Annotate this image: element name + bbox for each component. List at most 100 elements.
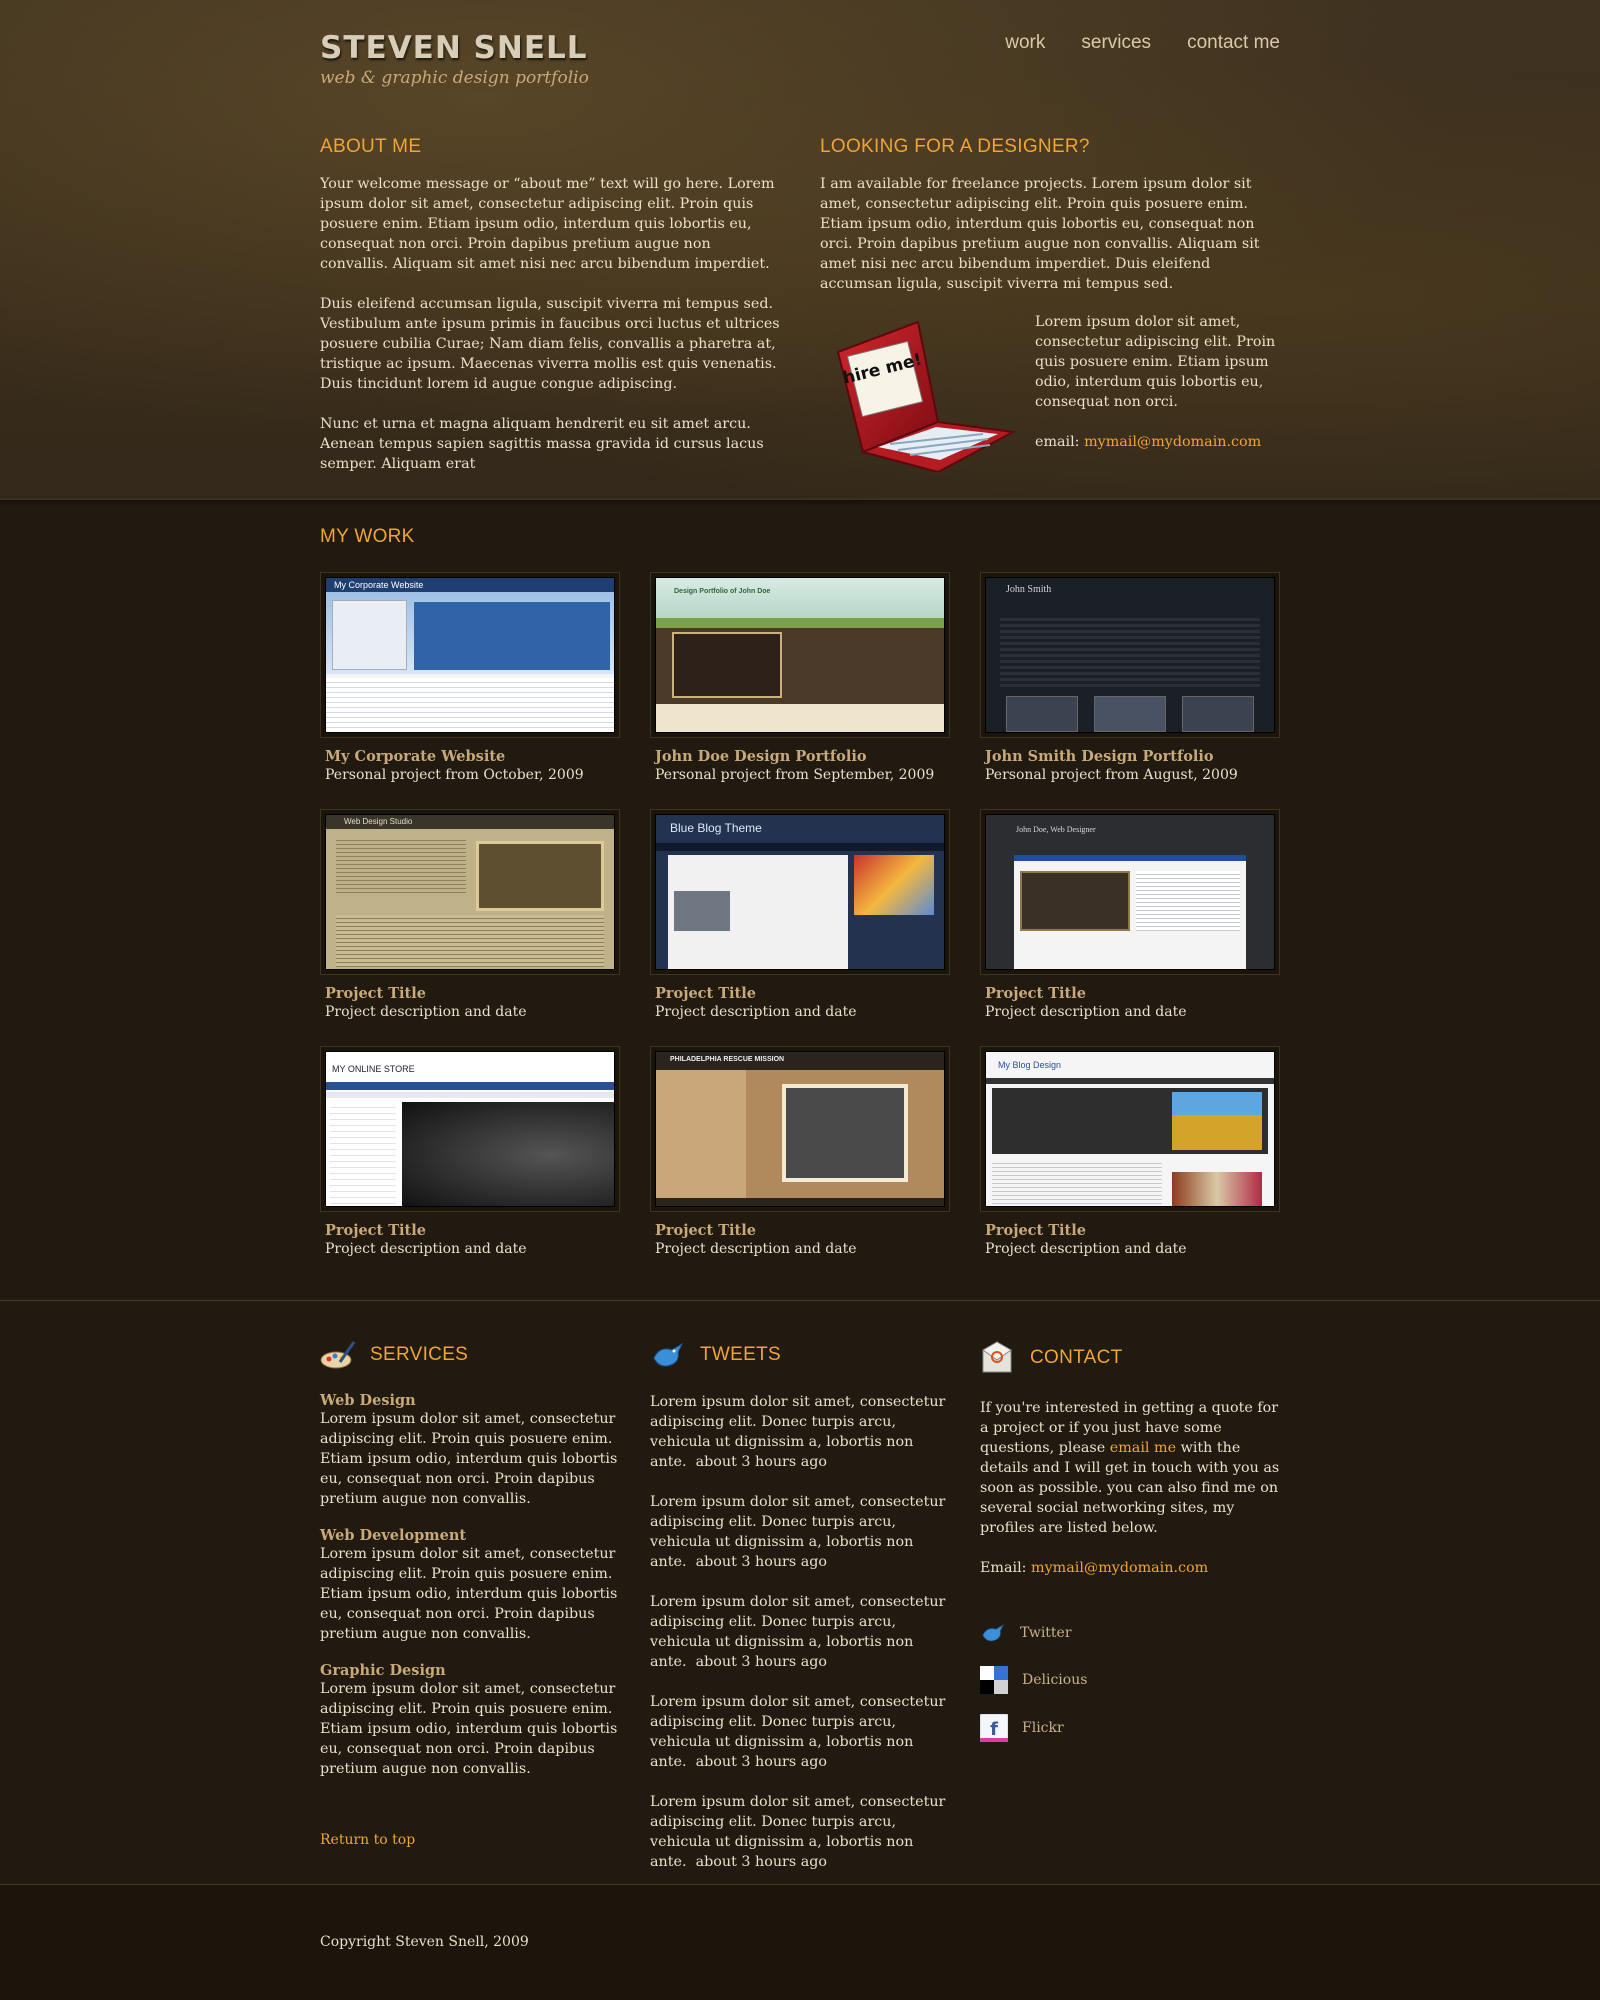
facebook-icon: f: [980, 1714, 1008, 1742]
social-label[interactable]: Delicious: [1022, 1672, 1087, 1688]
about-paragraph: Duis eleifend accumsan ligula, suscipit …: [320, 296, 780, 392]
tweet-item: Lorem ipsum dolor sit amet, consectetur …: [650, 1492, 950, 1572]
project-thumbnail[interactable]: My Corporate Website: [320, 572, 620, 738]
site-name[interactable]: STEVEN SNELL: [320, 30, 589, 66]
email-me-link[interactable]: email me: [1110, 1440, 1176, 1456]
project-card[interactable]: Design Portfolio of John Doe John Doe De…: [650, 572, 950, 783]
project-card[interactable]: John Smith John Smith Design Portfolio P…: [980, 572, 1280, 783]
designer-email-line: email: mymail@mydomain.com: [1035, 432, 1282, 452]
project-title[interactable]: Project Title: [655, 985, 950, 1002]
mail-envelope-icon: [982, 1341, 1012, 1373]
thumb-label: John Doe, Web Designer: [1016, 825, 1096, 834]
return-to-top-link[interactable]: Return to top: [320, 1832, 415, 1848]
project-card[interactable]: Web Design Studio Project Title Project …: [320, 809, 620, 1020]
project-thumbnail[interactable]: Web Design Studio: [320, 809, 620, 975]
palette-icon: [320, 1341, 356, 1369]
thumb-label: Blue Blog Theme: [670, 821, 762, 835]
about-paragraph: Your welcome message or “about me” text …: [320, 176, 775, 272]
project-card[interactable]: MY ONLINE STORE Project Title Project de…: [320, 1046, 620, 1257]
project-title[interactable]: My Corporate Website: [325, 748, 620, 765]
social-label[interactable]: Flickr: [1022, 1720, 1064, 1736]
main-nav: work services contact me: [1005, 32, 1280, 54]
project-thumbnail[interactable]: John Smith: [980, 572, 1280, 738]
social-flickr[interactable]: f Flickr: [980, 1714, 1280, 1742]
nav-services[interactable]: services: [1081, 32, 1151, 54]
project-title[interactable]: Project Title: [325, 1222, 620, 1239]
project-card[interactable]: My Corporate Website My Corporate Websit…: [320, 572, 620, 783]
project-thumbnail[interactable]: My Blog Design: [980, 1046, 1280, 1212]
tweets-section: TWEETS Lorem ipsum dolor sit amet, conse…: [650, 1340, 950, 1892]
work-heading: MY WORK: [320, 526, 415, 547]
project-thumbnail[interactable]: John Doe, Web Designer: [980, 809, 1280, 975]
header-band: [0, 0, 1600, 508]
project-title[interactable]: John Smith Design Portfolio: [985, 748, 1280, 765]
service-title: Web Design: [320, 1392, 416, 1409]
project-card[interactable]: My Blog Design Project Title Project des…: [980, 1046, 1280, 1257]
thumb-label: John Smith: [1006, 584, 1052, 595]
project-card[interactable]: PHILADELPHIA RESCUE MISSION Project Titl…: [650, 1046, 950, 1257]
designer-heading: LOOKING FOR A DESIGNER?: [820, 136, 1090, 157]
thumb-label: Web Design Studio: [344, 817, 413, 826]
project-desc: Project description and date: [325, 1241, 527, 1257]
project-desc: Project description and date: [985, 1004, 1187, 1020]
tweet-item: Lorem ipsum dolor sit amet, consectetur …: [650, 1692, 950, 1772]
designer-email-link[interactable]: mymail@mydomain.com: [1084, 434, 1261, 450]
tweet-time[interactable]: about 3 hours ago: [696, 1854, 827, 1870]
work-section: MY WORK My Corporate Website My Corporat…: [320, 526, 1280, 1257]
delicious-icon: [980, 1666, 1008, 1694]
social-label[interactable]: Twitter: [1020, 1625, 1072, 1641]
tweet-time[interactable]: about 3 hours ago: [696, 1754, 827, 1770]
tweet-time[interactable]: about 3 hours ago: [696, 1654, 827, 1670]
about-paragraph: Nunc et urna et magna aliquam hendrerit …: [320, 416, 764, 472]
project-desc: Personal project from October, 2009: [325, 767, 584, 783]
nav-work[interactable]: work: [1005, 32, 1045, 54]
thumb-label: My Corporate Website: [334, 580, 424, 590]
copyright-text: Copyright Steven Snell, 2009: [320, 1934, 529, 1950]
tweets-heading: TWEETS: [700, 1344, 781, 1365]
about-scroll[interactable]: Your welcome message or “about me” text …: [320, 174, 782, 492]
tweet-item: Lorem ipsum dolor sit amet, consectetur …: [650, 1792, 950, 1872]
site-logo[interactable]: STEVEN SNELL web & graphic design portfo…: [320, 30, 589, 88]
designer-side-text: Lorem ipsum dolor sit amet, consectetur …: [1035, 314, 1276, 410]
service-title: Web Development: [320, 1527, 467, 1544]
service-text: Lorem ipsum dolor sit amet, consectetur …: [320, 1681, 618, 1777]
project-card[interactable]: Blue Blog Theme Project Title Project de…: [650, 809, 950, 1020]
svg-text:f: f: [990, 1719, 998, 1740]
about-heading: ABOUT ME: [320, 136, 422, 157]
contact-email-line: Email: mymail@mydomain.com: [980, 1558, 1280, 1578]
service-title: Graphic Design: [320, 1662, 446, 1679]
project-desc: Project description and date: [985, 1241, 1187, 1257]
thumb-label: MY ONLINE STORE: [332, 1064, 415, 1074]
project-thumbnail[interactable]: MY ONLINE STORE: [320, 1046, 620, 1212]
hire-me-laptop-icon: hire me!: [836, 320, 1017, 472]
about-section: ABOUT ME Your welcome message or “about …: [320, 136, 782, 492]
contact-text: If you're interested in getting a quote …: [980, 1398, 1280, 1538]
project-title[interactable]: Project Title: [985, 985, 1280, 1002]
project-title[interactable]: John Doe Design Portfolio: [655, 748, 950, 765]
tweet-item: Lorem ipsum dolor sit amet, consectetur …: [650, 1392, 950, 1472]
twitter-bird-icon: [982, 1624, 1004, 1642]
contact-email-link[interactable]: mymail@mydomain.com: [1031, 1560, 1208, 1576]
footer-band: [0, 1884, 1600, 2000]
project-thumbnail[interactable]: PHILADELPHIA RESCUE MISSION: [650, 1046, 950, 1212]
project-title[interactable]: Project Title: [325, 985, 620, 1002]
thumb-label: Design Portfolio of John Doe: [674, 588, 771, 595]
service-text: Lorem ipsum dolor sit amet, consectetur …: [320, 1411, 618, 1507]
nav-contact[interactable]: contact me: [1187, 32, 1280, 54]
social-twitter[interactable]: Twitter: [980, 1620, 1280, 1646]
project-card[interactable]: John Doe, Web Designer Project Title Pro…: [980, 809, 1280, 1020]
project-thumbnail[interactable]: Design Portfolio of John Doe: [650, 572, 950, 738]
project-title[interactable]: Project Title: [985, 1222, 1280, 1239]
contact-section: CONTACT If you're interested in getting …: [980, 1340, 1280, 1762]
tweet-time[interactable]: about 3 hours ago: [696, 1554, 827, 1570]
project-desc: Project description and date: [325, 1004, 527, 1020]
designer-email-label: email:: [1035, 434, 1080, 450]
project-desc: Personal project from September, 2009: [655, 767, 935, 783]
social-delicious[interactable]: Delicious: [980, 1666, 1280, 1694]
service-text: Lorem ipsum dolor sit amet, consectetur …: [320, 1546, 618, 1642]
project-title[interactable]: Project Title: [655, 1222, 950, 1239]
project-thumbnail[interactable]: Blue Blog Theme: [650, 809, 950, 975]
tweet-time[interactable]: about 3 hours ago: [696, 1454, 827, 1470]
services-section: SERVICES Web Design Lorem ipsum dolor si…: [320, 1340, 620, 1797]
designer-intro: I am available for freelance projects. L…: [820, 176, 1260, 292]
